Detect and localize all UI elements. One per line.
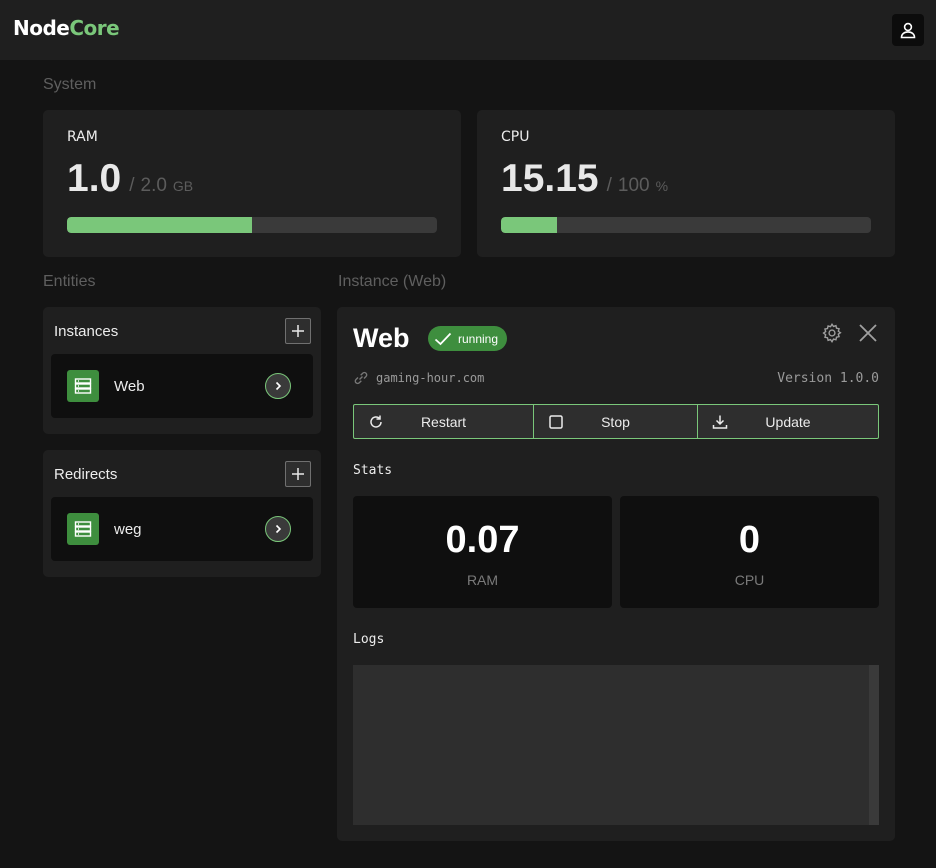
- status-text: running: [458, 331, 499, 346]
- stat-cpu-value: 0: [738, 519, 761, 561]
- app-logo[interactable]: NodeCore: [13, 16, 120, 40]
- stop-label: Stop: [601, 413, 630, 430]
- cpu-max: 100: [617, 175, 650, 196]
- plus-icon: [292, 468, 304, 480]
- instance-item-web[interactable]: Web: [51, 354, 313, 418]
- stats-label: Stats: [353, 463, 393, 478]
- redirect-name: weg: [114, 521, 142, 538]
- close-instance-button[interactable]: [858, 323, 878, 348]
- instances-card: Instances Web: [43, 307, 321, 434]
- cpu-progress-fill: [501, 217, 558, 233]
- stop-button[interactable]: Stop: [533, 405, 697, 438]
- logo-node: Node: [13, 16, 70, 40]
- ram-value-row: 1.0 /2.0 GB: [67, 157, 193, 201]
- cpu-progress-bar: [501, 217, 871, 233]
- update-button[interactable]: Update: [697, 405, 878, 438]
- instance-section-label: Instance (Web): [338, 273, 447, 290]
- ram-progress-fill: [67, 217, 252, 233]
- cpu-value: 15.15: [501, 157, 599, 200]
- gear-icon: [822, 323, 842, 344]
- add-redirect-button[interactable]: [285, 461, 311, 487]
- download-icon: [712, 415, 728, 429]
- logs-output[interactable]: [353, 665, 879, 825]
- open-instance-button[interactable]: [265, 373, 291, 399]
- user-icon: [900, 22, 916, 39]
- ram-title: RAM: [67, 129, 98, 145]
- stat-ram-label: RAM: [466, 572, 499, 588]
- redirects-title: Redirects: [54, 466, 118, 483]
- logs-scrollbar[interactable]: [869, 665, 879, 825]
- instance-domain[interactable]: gaming-hour.com: [353, 371, 484, 385]
- logs-label: Logs: [353, 632, 385, 647]
- redirect-item-weg[interactable]: weg: [51, 497, 313, 561]
- plus-icon: [292, 325, 304, 337]
- cpu-separator: /: [606, 175, 612, 196]
- domain-text: gaming-hour.com: [376, 371, 485, 385]
- redirects-card: Redirects weg: [43, 450, 321, 577]
- ram-progress-bar: [67, 217, 437, 233]
- top-bar: NodeCore: [0, 0, 936, 60]
- cpu-title: CPU: [501, 129, 530, 145]
- entities-section-label: Entities: [43, 273, 96, 290]
- stat-cpu: 0 CPU: [620, 496, 879, 608]
- cpu-card: CPU 15.15 /100%: [477, 110, 895, 257]
- ram-unit: GB: [172, 178, 194, 194]
- cpu-value-row: 15.15 /100%: [501, 157, 668, 201]
- instance-actions: Restart Stop Update: [353, 404, 879, 439]
- chevron-right-icon: [275, 524, 282, 534]
- ram-separator: /: [129, 175, 135, 196]
- restart-button[interactable]: Restart: [354, 405, 533, 438]
- stat-ram: 0.07 RAM: [353, 496, 612, 608]
- ram-card: RAM 1.0 /2.0 GB: [43, 110, 461, 257]
- link-icon: [354, 371, 368, 385]
- instance-title: Web: [353, 323, 410, 353]
- instance-version: Version 1.0.0: [777, 371, 879, 386]
- chevron-right-icon: [275, 381, 282, 391]
- stat-cpu-label: CPU: [734, 572, 765, 588]
- instances-title: Instances: [54, 323, 119, 340]
- restart-icon: [370, 415, 382, 428]
- logo-core: Core: [69, 16, 120, 40]
- update-label: Update: [765, 413, 811, 430]
- ram-max: 2.0: [140, 175, 167, 196]
- ram-value: 1.0: [67, 157, 122, 200]
- restart-label: Restart: [420, 413, 467, 430]
- server-icon: [67, 370, 99, 402]
- instance-panel: Web running gaming-hour.com Version 1.0.…: [337, 307, 895, 841]
- cpu-unit: %: [655, 178, 669, 194]
- status-badge: running: [428, 326, 508, 351]
- open-redirect-button[interactable]: [265, 516, 291, 542]
- add-instance-button[interactable]: [285, 318, 311, 344]
- system-section-label: System: [43, 76, 97, 93]
- close-icon: [859, 324, 877, 342]
- stop-icon: [549, 415, 563, 429]
- instance-name: Web: [114, 378, 145, 395]
- check-icon: [434, 332, 452, 345]
- stat-ram-value: 0.07: [445, 519, 520, 561]
- instance-settings-button[interactable]: [821, 322, 843, 349]
- server-icon: [67, 513, 99, 545]
- user-menu-button[interactable]: [892, 14, 924, 46]
